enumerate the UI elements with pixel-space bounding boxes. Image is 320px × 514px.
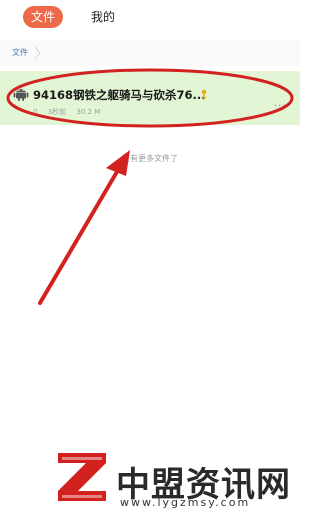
key-icon	[201, 89, 207, 100]
android-icon	[13, 89, 29, 101]
file-name: 94168钢铁之躯骑马与砍杀76...	[33, 88, 206, 102]
watermark: 中盟资讯网 www.lygzmsy.com	[52, 447, 292, 513]
chevron-right-icon	[34, 46, 41, 60]
empty-list-note: 没有更多文件了	[122, 154, 178, 163]
watermark-url: www.lygzmsy.com	[120, 496, 251, 509]
watermark-logo	[58, 453, 106, 501]
file-meta: 0 3秒前 30.2 M	[33, 107, 108, 117]
file-list-item[interactable]: 94168钢铁之躯骑马与砍杀76... 0 3秒前 30.2 M ···	[0, 71, 300, 125]
tab-files[interactable]: 文件	[23, 6, 63, 28]
breadcrumb-item-files[interactable]: 文件	[12, 47, 28, 58]
tab-mine[interactable]: 我的	[85, 6, 121, 28]
file-meta-count: 0	[33, 108, 38, 116]
top-tab-bar: 文件 我的	[0, 0, 300, 38]
file-meta-size: 30.2 M	[76, 108, 101, 116]
more-options-icon[interactable]: ···	[274, 101, 287, 112]
breadcrumb: 文件	[0, 40, 300, 66]
file-meta-time: 3秒前	[47, 108, 67, 116]
